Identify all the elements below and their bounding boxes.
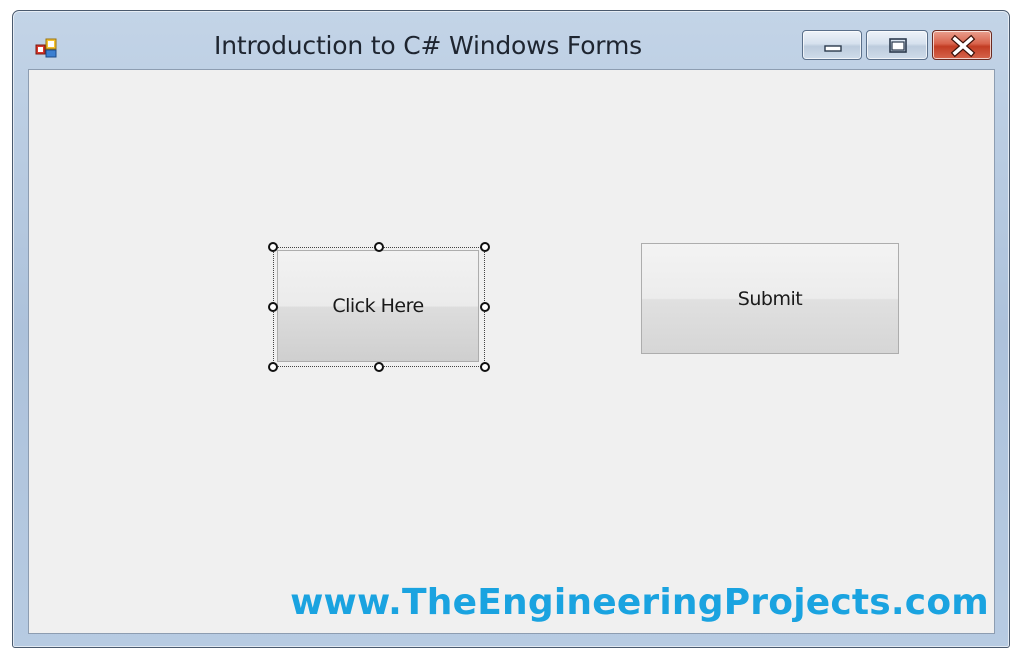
resize-handle-top-left[interactable] xyxy=(268,242,278,252)
resize-handle-right[interactable] xyxy=(480,302,490,312)
minimize-button[interactable] xyxy=(802,30,862,60)
submit-button[interactable]: Submit xyxy=(641,243,899,354)
click-here-button[interactable]: Click Here xyxy=(277,250,479,362)
form-client-area: Click Here Submit www.TheEngineeringProj… xyxy=(28,69,995,634)
resize-handle-top-right[interactable] xyxy=(480,242,490,252)
minimize-icon xyxy=(824,45,842,52)
form-window: Introduction to C# Windows Forms Click H… xyxy=(12,10,1010,648)
resize-handle-bottom-right[interactable] xyxy=(480,362,490,372)
window-title: Introduction to C# Windows Forms xyxy=(214,31,642,60)
close-icon xyxy=(950,34,976,58)
submit-label: Submit xyxy=(737,287,803,310)
resize-handle-bottom[interactable] xyxy=(374,362,384,372)
click-here-label: Click Here xyxy=(332,295,424,317)
resize-handle-left[interactable] xyxy=(268,302,278,312)
maximize-button[interactable] xyxy=(866,30,928,60)
resize-handle-bottom-left[interactable] xyxy=(268,362,278,372)
close-button[interactable] xyxy=(932,30,992,60)
title-bar[interactable]: Introduction to C# Windows Forms xyxy=(13,11,1009,69)
watermark-text: www.TheEngineeringProjects.com xyxy=(290,582,989,623)
maximize-icon xyxy=(889,38,907,53)
resize-handle-top[interactable] xyxy=(374,242,384,252)
